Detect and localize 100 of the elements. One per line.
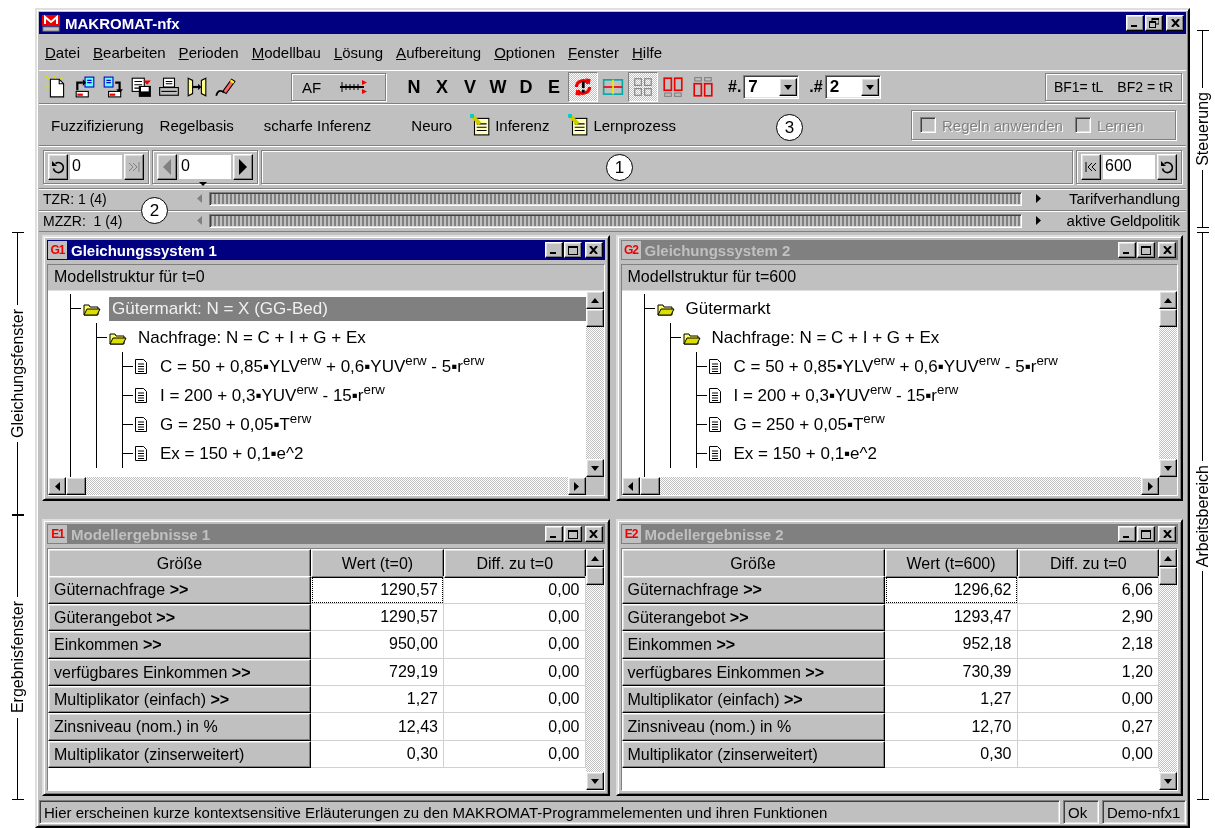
close-button[interactable] (584, 526, 603, 542)
row-header[interactable]: Güterangebot >> (621, 603, 885, 632)
scroll-down-button[interactable] (585, 772, 604, 790)
tree-item[interactable]: C = 50 + 0,85▪YLV$^{erw}$ + 0,6▪YUV$^{erw}$ - 5▪r$^{erw}$ (730, 354, 1061, 379)
column-header[interactable]: Diff. zu t=0 (444, 549, 586, 578)
close-button[interactable] (584, 242, 603, 258)
table-cell[interactable]: 730,39 (884, 658, 1018, 686)
maximize-button[interactable] (1137, 526, 1155, 542)
vertical-scrollbar[interactable] (585, 549, 604, 790)
tree-item[interactable]: Ex = 150 + 0,1▪e^2 (730, 441, 880, 466)
toolbar-button[interactable] (568, 72, 598, 102)
step-button[interactable] (233, 153, 253, 180)
row-header[interactable]: Multiplikator (zinserweitert) (621, 740, 885, 769)
menu-item[interactable]: Datei (45, 41, 81, 63)
scroll-thumb[interactable] (1159, 309, 1177, 327)
row-header[interactable]: Zinsniveau (nom.) in % (621, 713, 885, 741)
table-cell[interactable]: 950,00 (311, 631, 444, 659)
menu-item[interactable]: Aufbereitung (396, 41, 482, 63)
tree-item[interactable]: G = 250 + 0,05▪T$^{erw}$ (730, 412, 888, 437)
column-header[interactable]: Wert (t=600) (884, 549, 1018, 578)
table-cell[interactable]: 0,30 (311, 740, 444, 769)
maximize-button[interactable] (1137, 242, 1155, 258)
scroll-thumb[interactable] (1159, 567, 1177, 585)
end-field[interactable]: 600 (1103, 154, 1155, 179)
row-header[interactable]: Güternachfrage >> (48, 576, 311, 604)
horizontal-scrollbar[interactable] (48, 477, 586, 495)
scroll-down-button[interactable] (1159, 772, 1177, 790)
tree-item[interactable]: Ex = 150 + 0,1▪e^2 (157, 441, 307, 466)
table-cell[interactable]: 1290,57 (311, 576, 444, 604)
menu-item[interactable]: Perioden (178, 41, 239, 63)
table-cell[interactable]: 1,27 (311, 685, 444, 714)
tool-button[interactable]: Inferenz (468, 113, 551, 137)
minimize-button[interactable] (544, 526, 563, 542)
row-header[interactable]: Einkommen >> (621, 631, 885, 659)
row-header[interactable]: Multiplikator (zinserweitert) (48, 740, 311, 769)
column-header[interactable]: Wert (t=0) (311, 549, 444, 578)
minimize-button[interactable] (544, 242, 563, 258)
scroll-left-button[interactable] (48, 477, 66, 495)
tree-item[interactable]: Gütermarkt (682, 296, 774, 321)
table-cell[interactable]: 1293,47 (884, 603, 1018, 632)
timeline-track[interactable] (209, 191, 1022, 206)
vertical-scrollbar[interactable] (1159, 549, 1177, 790)
column-header[interactable]: Diff. zu t=0 (1017, 549, 1159, 578)
step-button[interactable] (1081, 153, 1101, 180)
table-cell[interactable]: 952,18 (884, 631, 1018, 659)
tree-item[interactable]: Nachfrage: N = C + I + G + Ex (135, 325, 369, 350)
column-header[interactable]: Größe (621, 549, 885, 578)
scroll-thumb[interactable] (66, 477, 86, 495)
menu-item[interactable]: Bearbeiten (93, 41, 166, 63)
timeline-track[interactable] (209, 213, 1022, 228)
row-header[interactable]: Multiplikator (einfach) >> (48, 685, 311, 714)
menu-item[interactable]: Modellbau (251, 41, 321, 63)
row-header[interactable]: verfügbares Einkommen >> (621, 658, 885, 686)
menu-button[interactable]: Regelbasis (159, 116, 234, 134)
row-header[interactable]: Güterangebot >> (48, 603, 311, 632)
scroll-right-button[interactable] (1141, 477, 1159, 495)
start-field[interactable]: 0 (70, 154, 122, 179)
close-button[interactable] (1158, 526, 1176, 542)
table-cell[interactable]: 12,43 (311, 713, 444, 741)
row-header[interactable]: Zinsniveau (nom.) in % (48, 713, 311, 741)
horizontal-scrollbar[interactable] (621, 477, 1159, 495)
menu-button[interactable]: Neuro (411, 116, 453, 134)
menu-item[interactable]: Fenster (568, 41, 619, 63)
table-cell[interactable]: 1,27 (884, 685, 1018, 714)
menu-item[interactable]: Lösung (333, 41, 384, 63)
scroll-down-button[interactable] (1159, 459, 1177, 477)
vertical-scrollbar[interactable] (1159, 291, 1177, 477)
dropdown-button[interactable] (779, 78, 798, 96)
step-button[interactable] (48, 153, 68, 180)
close-button[interactable] (1166, 15, 1184, 31)
menu-button[interactable]: scharfe Inferenz (263, 116, 372, 134)
scroll-up-button[interactable] (1159, 291, 1177, 309)
close-button[interactable] (1158, 242, 1176, 258)
menu-item[interactable]: Hilfe (631, 41, 662, 63)
maximize-button[interactable] (563, 526, 582, 542)
table-cell[interactable]: 1296,62 (884, 576, 1018, 604)
table-cell[interactable]: 729,19 (311, 658, 444, 686)
tree-item[interactable]: G = 250 + 0,05▪T$^{erw}$ (157, 412, 315, 437)
row-header[interactable]: verfügbares Einkommen >> (48, 658, 311, 686)
row-header[interactable]: Güternachfrage >> (621, 576, 885, 604)
tree-item[interactable]: Nachfrage: N = C + I + G + Ex (708, 325, 943, 350)
column-header[interactable]: Größe (48, 549, 311, 578)
tool-button[interactable]: Lernprozess (566, 113, 677, 137)
scroll-right-button[interactable] (567, 477, 586, 495)
tree-item[interactable]: C = 50 + 0,85▪YLV$^{erw}$ + 0,6▪YUV$^{erw}$ - 5▪r$^{erw}$ (157, 354, 488, 379)
dropdown[interactable]: 7 (743, 75, 800, 99)
dropdown-button[interactable] (860, 78, 879, 96)
table-cell[interactable]: 1290,57 (311, 603, 444, 632)
step-button[interactable] (1157, 153, 1177, 180)
scroll-thumb[interactable] (639, 477, 660, 495)
menu-button[interactable]: Fuzzifizierung (51, 116, 144, 134)
table-cell[interactable]: 0,30 (884, 740, 1018, 769)
row-header[interactable]: Multiplikator (einfach) >> (621, 685, 885, 714)
minimize-button[interactable] (1126, 15, 1144, 31)
dropdown[interactable]: 2 (824, 75, 881, 99)
restore-button[interactable] (1145, 15, 1163, 31)
tree-item[interactable]: Gütermarkt: N = X (GG-Bed) (109, 296, 586, 321)
minimize-button[interactable] (1118, 526, 1136, 542)
menu-item[interactable]: Optionen (494, 41, 556, 63)
scroll-left-button[interactable] (621, 477, 640, 495)
